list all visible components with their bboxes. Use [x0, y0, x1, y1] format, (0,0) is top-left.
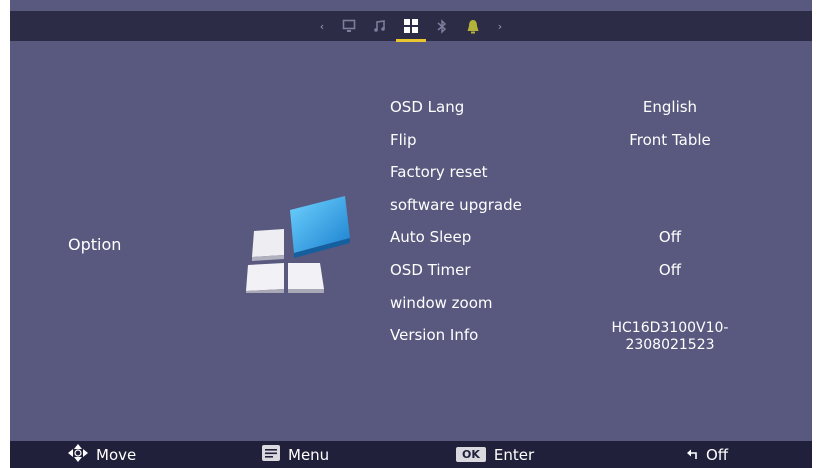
menu-label: OSD Lang	[390, 98, 465, 116]
bluetooth-icon[interactable]	[431, 15, 453, 37]
option-menu: OSD Lang English Flip Front Table Factor…	[390, 98, 770, 359]
menu-row-auto-sleep[interactable]: Auto Sleep Off	[390, 228, 770, 261]
footer-hint-bar: Move Menu OK Enter Off	[10, 441, 812, 468]
menu-value: Off	[658, 260, 682, 279]
option-grid-icon	[242, 193, 354, 297]
footer-off-label: Off	[706, 445, 729, 464]
tab-left-arrow[interactable]: ‹	[315, 20, 329, 33]
bell-icon[interactable]	[462, 15, 484, 37]
ok-key-icon: OK	[456, 447, 486, 462]
menu-row-software-upgrade[interactable]: software upgrade	[390, 196, 770, 229]
menu-row-flip[interactable]: Flip Front Table	[390, 131, 770, 164]
menu-label: window zoom	[390, 293, 493, 312]
menu-label: Version Info	[390, 326, 479, 345]
footer-menu-label: Menu	[288, 445, 330, 464]
footer-move: Move	[68, 441, 136, 468]
monitor-icon[interactable]	[338, 15, 360, 37]
menu-row-version-info[interactable]: Version Info HC16D3100V10- 2308021523	[390, 320, 770, 359]
music-icon[interactable]	[369, 15, 391, 37]
footer-move-label: Move	[96, 445, 137, 464]
osd-screen: ‹ › Option OSD Lang English Flip Front T…	[10, 0, 812, 468]
menu-value: Front Table	[629, 130, 711, 149]
top-tab-bar: ‹ ›	[10, 11, 812, 42]
option-grid-icon[interactable]	[396, 15, 426, 42]
footer-enter-label: Enter	[493, 445, 535, 464]
menu-row-osd-lang[interactable]: OSD Lang English	[390, 98, 770, 131]
menu-label: OSD Timer	[390, 260, 471, 279]
footer-menu: Menu	[262, 441, 329, 468]
footer-off: Off	[686, 441, 728, 468]
menu-row-factory-reset[interactable]: Factory reset	[390, 163, 770, 196]
footer-enter: OK Enter	[456, 441, 534, 468]
move-arrows-icon	[68, 443, 88, 466]
menu-label: software upgrade	[390, 195, 522, 214]
section-label: Option	[68, 235, 122, 254]
menu-value: Off	[658, 228, 682, 247]
menu-key-icon	[262, 444, 280, 465]
menu-row-osd-timer[interactable]: OSD Timer Off	[390, 261, 770, 294]
version-line-1: HC16D3100V10-	[611, 320, 729, 337]
menu-value: English	[642, 98, 698, 116]
tab-right-arrow[interactable]: ›	[493, 20, 507, 33]
menu-value: HC16D3100V10- 2308021523	[600, 320, 740, 354]
menu-label: Auto Sleep	[390, 228, 472, 247]
menu-label: Factory reset	[390, 163, 488, 182]
menu-label: Flip	[390, 130, 417, 149]
version-line-2: 2308021523	[625, 337, 715, 354]
back-return-icon	[686, 446, 698, 464]
